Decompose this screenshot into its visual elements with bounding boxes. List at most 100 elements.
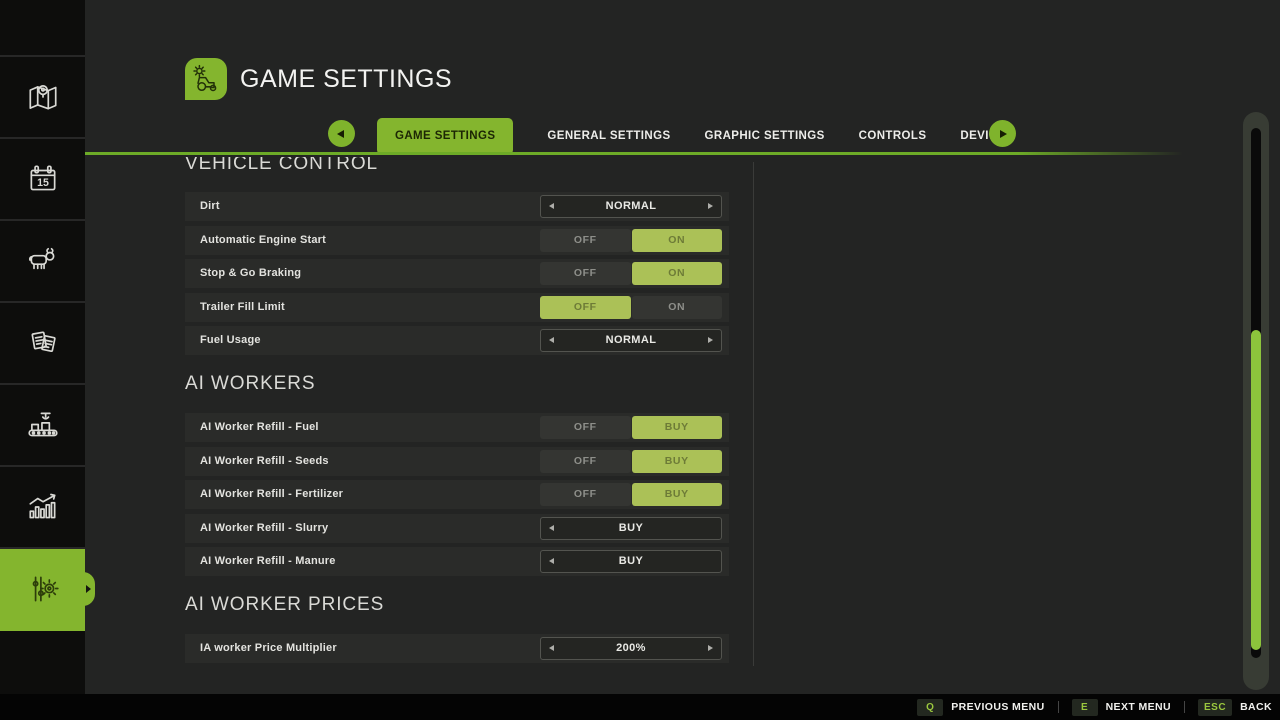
setting-label: Fuel Usage bbox=[200, 326, 261, 355]
key-hint-label: NEXT MENU bbox=[1106, 701, 1171, 713]
setting-row-dirt: Dirt NORMAL bbox=[185, 192, 729, 221]
setting-control: NORMAL bbox=[540, 195, 722, 218]
column-divider bbox=[753, 162, 754, 666]
key-badge-q: Q bbox=[917, 699, 943, 716]
toggle-group: OFFON bbox=[540, 296, 722, 319]
tabs-next-arrow-button[interactable] bbox=[989, 120, 1016, 147]
setting-control: OFFON bbox=[540, 262, 722, 285]
toggle-option-on[interactable]: ON bbox=[632, 262, 723, 285]
setting-row-ai-worker-refill-fertilizer: AI Worker Refill - Fertilizer OFFBUY bbox=[185, 480, 729, 509]
value-selector[interactable]: BUY bbox=[540, 550, 722, 573]
hint-separator bbox=[1058, 701, 1059, 713]
toggle-group: OFFON bbox=[540, 229, 722, 252]
active-item-arrow-icon bbox=[86, 585, 91, 593]
selector-left-arrow[interactable] bbox=[549, 337, 554, 343]
key-hint-label: BACK bbox=[1240, 701, 1272, 713]
game-settings-header-icon bbox=[185, 58, 227, 100]
tab-underline bbox=[85, 152, 1183, 155]
setting-control: OFFBUY bbox=[540, 416, 722, 439]
selector-right-arrow[interactable] bbox=[708, 203, 713, 209]
settings-list: VEHICLE CONTROL Dirt NORMAL Automatic Engin… bbox=[185, 157, 729, 694]
selector-left-arrow[interactable] bbox=[549, 558, 554, 564]
hint-separator bbox=[1184, 701, 1185, 713]
calendar-icon: 15 bbox=[25, 161, 61, 197]
section-title-vehicle-control: VEHICLE CONTROL bbox=[185, 157, 729, 174]
value-selector[interactable]: NORMAL bbox=[540, 329, 722, 352]
selector-right-arrow[interactable] bbox=[708, 645, 713, 651]
setting-control: BUY bbox=[540, 550, 722, 573]
toggle-option-off[interactable]: OFF bbox=[540, 416, 631, 439]
tab-general-settings[interactable]: GENERAL SETTINGS bbox=[547, 130, 670, 142]
sidebar-item-statistics[interactable] bbox=[0, 467, 85, 549]
value-selector[interactable]: NORMAL bbox=[540, 195, 722, 218]
tabs-prev-arrow-button[interactable] bbox=[328, 120, 355, 147]
scrollbar-track[interactable] bbox=[1251, 128, 1261, 658]
value-selector[interactable]: BUY bbox=[540, 517, 722, 540]
toggle-option-off[interactable]: OFF bbox=[540, 229, 631, 252]
toggle-option-on[interactable]: ON bbox=[632, 296, 723, 319]
key-badge-e: E bbox=[1072, 699, 1098, 716]
sidebar-item-settings[interactable] bbox=[0, 549, 85, 631]
tab-graphic-settings[interactable]: GRAPHIC SETTINGS bbox=[705, 130, 825, 142]
toggle-group: OFFBUY bbox=[540, 416, 722, 439]
setting-label: IA worker Price Multiplier bbox=[200, 634, 337, 663]
sidebar-item-calendar[interactable]: 15 bbox=[0, 139, 85, 221]
setting-label: AI Worker Refill - Seeds bbox=[200, 447, 329, 476]
key-hint-back: ESCBACK bbox=[1198, 699, 1272, 716]
setting-row-ai-worker-refill-manure: AI Worker Refill - ManureBUY bbox=[185, 547, 729, 576]
toggle-option-off[interactable]: OFF bbox=[540, 483, 631, 506]
svg-text:15: 15 bbox=[37, 177, 49, 189]
setting-row-ai-worker-refill-slurry: AI Worker Refill - SlurryBUY bbox=[185, 514, 729, 543]
sidebar-item-animals[interactable] bbox=[0, 221, 85, 303]
scrollbar-thumb[interactable] bbox=[1251, 330, 1261, 650]
setting-control: BUY bbox=[540, 517, 722, 540]
selector-value: BUY bbox=[541, 518, 721, 539]
selector-value: NORMAL bbox=[541, 196, 721, 217]
scrollbar[interactable] bbox=[1243, 112, 1269, 690]
setting-control: OFFBUY bbox=[540, 450, 722, 473]
setting-label: Stop & Go Braking bbox=[200, 259, 301, 288]
setting-control: OFFON bbox=[540, 229, 722, 252]
tab-game-settings[interactable]: GAME SETTINGS bbox=[377, 118, 513, 154]
sidebar-item-production[interactable] bbox=[0, 385, 85, 467]
footer-bar: Q PREVIOUS MENU E NEXT MENU ESCBACK bbox=[0, 694, 1280, 720]
toggle-option-buy[interactable]: BUY bbox=[632, 416, 723, 439]
key-hint-label: PREVIOUS MENU bbox=[951, 701, 1044, 713]
setting-label: AI Worker Refill - Fertilizer bbox=[200, 480, 343, 509]
map-icon bbox=[25, 79, 61, 115]
setting-row-fuel-usage: Fuel Usage NORMAL bbox=[185, 326, 729, 355]
tab-controls[interactable]: CONTROLS bbox=[859, 130, 927, 142]
active-item-bump bbox=[75, 572, 95, 606]
setting-label: Trailer Fill Limit bbox=[200, 293, 285, 322]
selector-left-arrow[interactable] bbox=[549, 645, 554, 651]
page-title: GAME SETTINGS bbox=[240, 58, 452, 100]
toggle-option-off[interactable]: OFF bbox=[540, 262, 631, 285]
setting-label: Automatic Engine Start bbox=[200, 226, 326, 255]
toggle-group: OFFBUY bbox=[540, 450, 722, 473]
toggle-option-on[interactable]: ON bbox=[632, 229, 723, 252]
setting-control: 200% bbox=[540, 637, 722, 660]
selector-right-arrow[interactable] bbox=[708, 337, 713, 343]
value-selector[interactable]: 200% bbox=[540, 637, 722, 660]
setting-row-stop-go-braking: Stop & Go Braking OFFON bbox=[185, 259, 729, 288]
setting-row-ai-worker-refill-seeds: AI Worker Refill - Seeds OFFBUY bbox=[185, 447, 729, 476]
toggle-option-buy[interactable]: BUY bbox=[632, 483, 723, 506]
setting-row-ai-worker-refill-fuel: AI Worker Refill - FuelOFFBUY bbox=[185, 413, 729, 442]
setting-control: OFFBUY bbox=[540, 483, 722, 506]
toggle-option-off[interactable]: OFF bbox=[540, 450, 631, 473]
selector-left-arrow[interactable] bbox=[549, 525, 554, 531]
sidebar-item-map[interactable] bbox=[0, 57, 85, 139]
right-triangle-icon bbox=[1000, 130, 1007, 138]
selector-left-arrow[interactable] bbox=[549, 203, 554, 209]
toggle-option-buy[interactable]: BUY bbox=[632, 450, 723, 473]
contracts-icon bbox=[25, 325, 61, 361]
selector-value: 200% bbox=[541, 638, 721, 659]
settings-icon bbox=[25, 571, 61, 607]
key-hint-previous-menu: Q PREVIOUS MENU bbox=[917, 699, 1044, 716]
toggle-group: OFFBUY bbox=[540, 483, 722, 506]
toggle-option-off[interactable]: OFF bbox=[540, 296, 631, 319]
statistics-icon bbox=[25, 489, 61, 525]
section-title-ai-worker-prices: AI WORKER PRICES bbox=[185, 594, 729, 615]
sidebar-item-contracts[interactable] bbox=[0, 303, 85, 385]
setting-label: Dirt bbox=[200, 192, 220, 221]
